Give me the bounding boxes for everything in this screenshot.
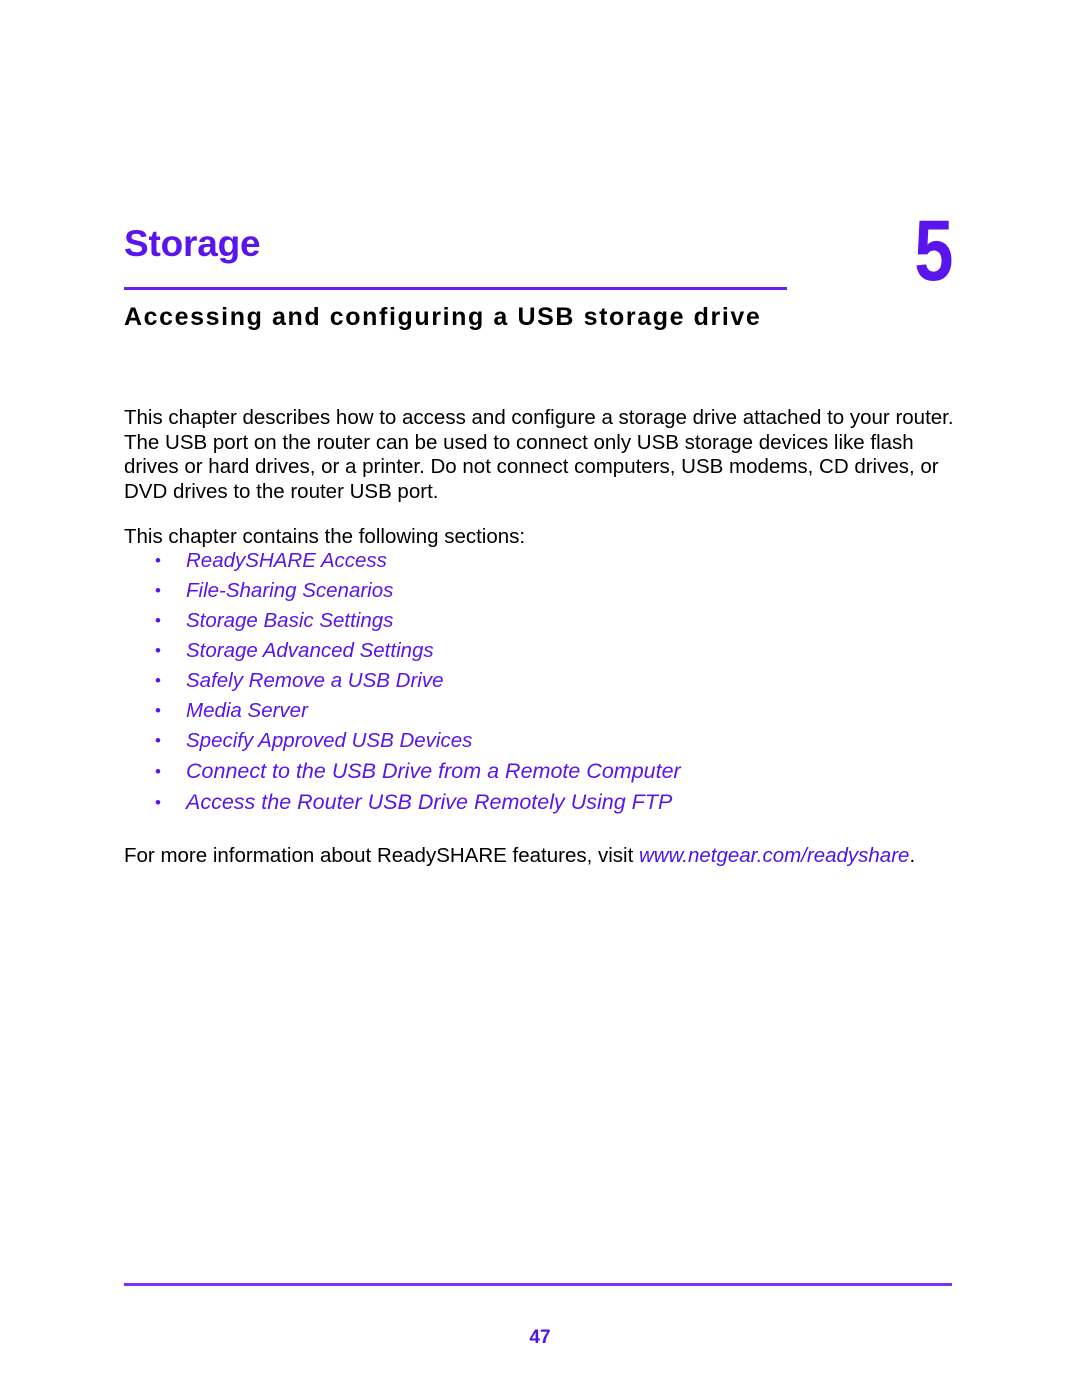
chapter-title: Storage <box>124 223 261 264</box>
section-link-storage-advanced-settings[interactable]: Storage Advanced Settings <box>186 639 434 662</box>
chapter-title-row: Storage 5 <box>124 208 954 294</box>
section-link-file-sharing-scenarios[interactable]: File-Sharing Scenarios <box>186 579 393 602</box>
section-link-access-router-usb-drive-ftp[interactable]: Access the Router USB Drive Remotely Usi… <box>186 790 672 814</box>
section-link-safely-remove-usb-drive[interactable]: Safely Remove a USB Drive <box>186 669 443 692</box>
document-page: Storage 5 Accessing and configuring a US… <box>0 0 1080 1397</box>
list-item[interactable]: • Access the Router USB Drive Remotely U… <box>124 787 954 818</box>
chapter-number: 5 <box>914 203 953 299</box>
intro-paragraph: This chapter describes how to access and… <box>124 406 954 503</box>
bullet-icon: • <box>155 762 161 781</box>
intro-body: This chapter describes how to access and… <box>124 406 954 565</box>
bullet-icon: • <box>155 701 161 720</box>
list-item[interactable]: • Safely Remove a USB Drive <box>124 666 954 696</box>
section-link-readyshare-access[interactable]: ReadySHARE Access <box>186 549 387 572</box>
page-number: 47 <box>529 1327 551 1348</box>
bullet-icon: • <box>155 611 161 630</box>
list-item[interactable]: • Specify Approved USB Devices <box>124 726 954 756</box>
bullet-icon: • <box>155 731 161 750</box>
section-link-specify-approved-usb-devices[interactable]: Specify Approved USB Devices <box>186 729 472 752</box>
list-item[interactable]: • File-Sharing Scenarios <box>124 576 954 606</box>
bullet-icon: • <box>155 551 161 570</box>
closing-prefix: For more information about ReadySHARE fe… <box>124 843 639 867</box>
section-link-connect-usb-drive-remote-computer[interactable]: Connect to the USB Drive from a Remote C… <box>186 759 681 783</box>
list-item[interactable]: • Connect to the USB Drive from a Remote… <box>124 756 954 787</box>
list-item[interactable]: • Storage Advanced Settings <box>124 636 954 666</box>
chapter-subtitle: Accessing and configuring a USB storage … <box>124 303 762 331</box>
chapter-header: Storage 5 <box>124 208 954 294</box>
bullet-icon: • <box>155 641 161 660</box>
readyshare-url-link[interactable]: www.netgear.com/readyshare <box>639 844 909 867</box>
closing-paragraph: For more information about ReadySHARE fe… <box>124 844 964 869</box>
list-item[interactable]: • Storage Basic Settings <box>124 606 954 636</box>
section-link-storage-basic-settings[interactable]: Storage Basic Settings <box>186 609 393 632</box>
section-link-media-server[interactable]: Media Server <box>186 699 308 722</box>
header-divider <box>124 287 787 290</box>
footer-divider <box>124 1283 952 1286</box>
bullet-icon: • <box>155 793 161 812</box>
bullet-icon: • <box>155 671 161 690</box>
list-item[interactable]: • ReadySHARE Access <box>124 546 954 576</box>
chapter-sections-list: • ReadySHARE Access • File-Sharing Scena… <box>124 546 954 818</box>
list-item[interactable]: • Media Server <box>124 696 954 726</box>
closing-suffix: . <box>909 843 916 867</box>
bullet-icon: • <box>155 581 161 600</box>
